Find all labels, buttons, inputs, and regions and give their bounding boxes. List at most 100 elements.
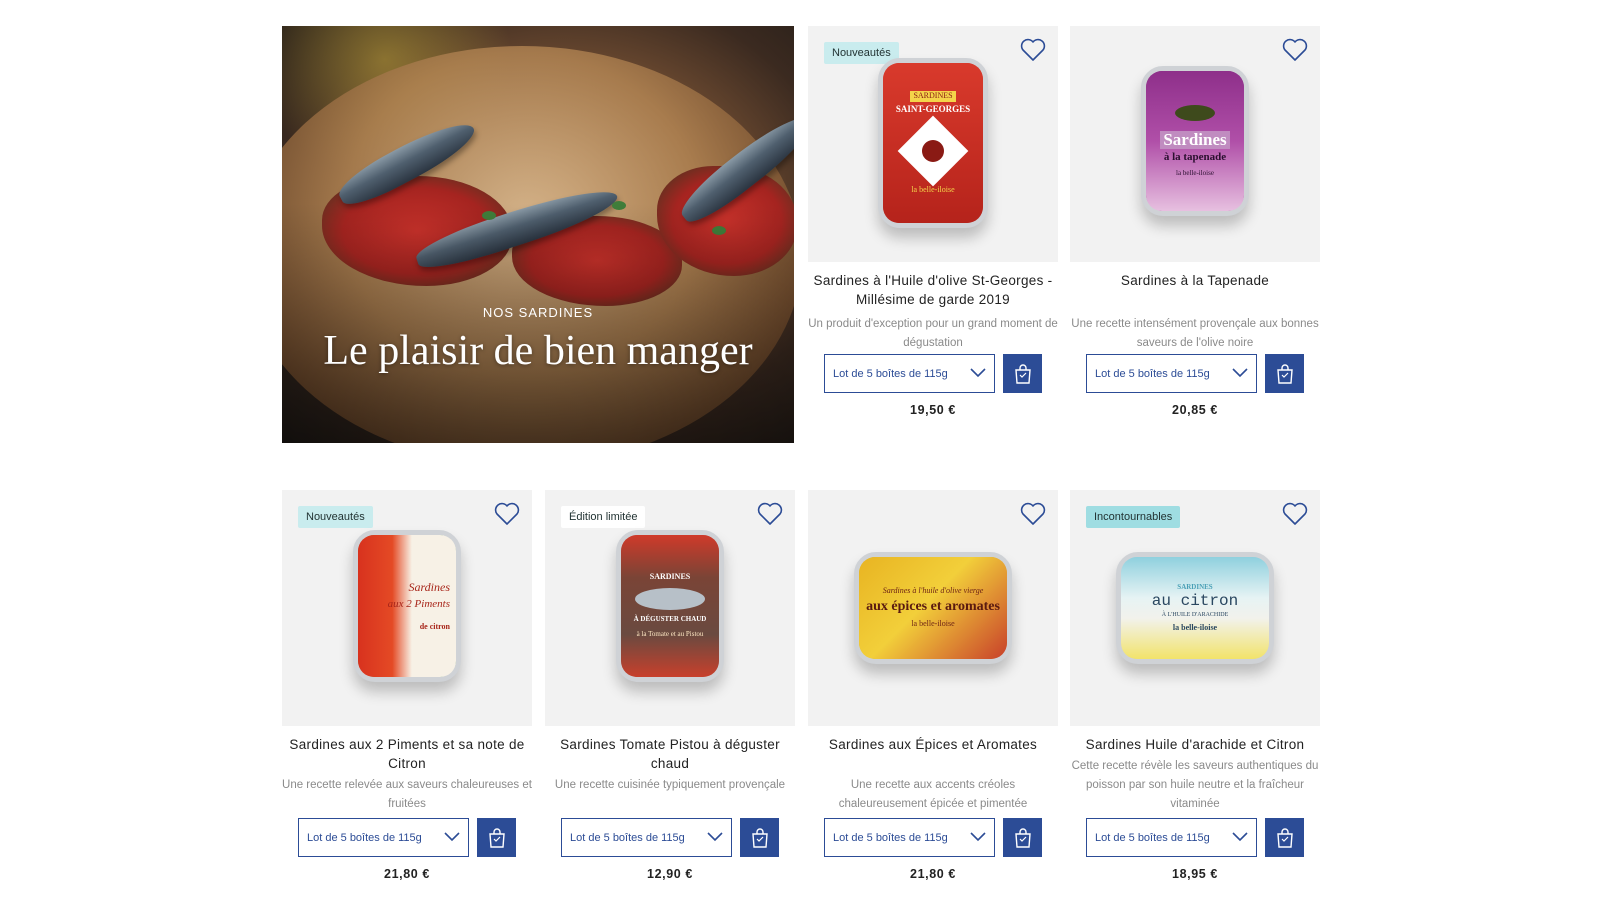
product-can: Sardines à l'huile d'olive vierge aux ép…	[854, 552, 1012, 664]
lot-select[interactable]: Lot de 5 boîtes de 115g	[561, 818, 732, 857]
badge-essential: Incontournables	[1086, 506, 1181, 528]
chevron-down-icon	[970, 368, 986, 378]
product-price: 21,80 €	[384, 867, 430, 881]
can-text: Sardines	[1160, 131, 1230, 149]
can-text: la belle-iloise	[1176, 168, 1214, 177]
product-card[interactable]: Sardines à l'huile d'olive vierge aux ép…	[808, 490, 1058, 881]
add-to-cart-button[interactable]	[1003, 354, 1042, 393]
hero-shade	[282, 203, 794, 443]
lot-select[interactable]: Lot de 5 boîtes de 115g	[824, 818, 995, 857]
product-title[interactable]: Sardines Tomate Pistou à déguster chaud	[545, 735, 795, 773]
chevron-down-icon	[970, 832, 986, 842]
chevron-down-icon	[707, 832, 723, 842]
heart-icon[interactable]	[1282, 502, 1308, 526]
lot-select[interactable]: Lot de 5 boîtes de 115g	[824, 354, 995, 393]
can-text: SARDINES	[1177, 582, 1213, 591]
product-card[interactable]: Nouveautés SARDINES SAINT-GEORGES la bel…	[808, 26, 1058, 417]
lot-select[interactable]: Lot de 5 boîtes de 115g	[1086, 354, 1257, 393]
shopping-bag-icon	[1014, 363, 1031, 384]
lot-select-value: Lot de 5 boîtes de 115g	[570, 831, 685, 844]
product-image-area[interactable]: Sardines à l'huile d'olive vierge aux ép…	[808, 490, 1058, 726]
can-text: SARDINES	[649, 572, 691, 582]
can-text: Sardines à l'huile d'olive vierge	[882, 586, 984, 596]
product-price: 19,50 €	[910, 403, 956, 417]
purchase-row: Lot de 5 boîtes de 115g	[561, 818, 779, 857]
lot-select-value: Lot de 5 boîtes de 115g	[1095, 367, 1210, 380]
chevron-down-icon	[444, 832, 460, 842]
product-card[interactable]: Nouveautés Sardines aux 2 Piments de cit…	[282, 490, 532, 881]
can-text: aux 2 Piments	[387, 598, 450, 611]
product-can: Sardines à la tapenade la belle-iloise	[1141, 66, 1249, 216]
lot-select-value: Lot de 5 boîtes de 115g	[833, 367, 948, 380]
product-description: Cette recette révèle les saveurs authent…	[1071, 760, 1319, 810]
can-text: SAINT-GEORGES	[895, 103, 971, 114]
can-emblem	[897, 115, 969, 187]
product-card[interactable]: Sardines à la tapenade la belle-iloise S…	[1070, 26, 1320, 417]
product-image-area[interactable]: Nouveautés Sardines aux 2 Piments de cit…	[282, 490, 532, 726]
product-price: 21,80 €	[910, 867, 956, 881]
lot-select[interactable]: Lot de 5 boîtes de 115g	[298, 818, 469, 857]
heart-icon[interactable]	[1020, 502, 1046, 526]
can-text: SARDINES	[910, 91, 956, 102]
add-to-cart-button[interactable]	[1265, 354, 1304, 393]
product-description: Une recette intensément provençale aux b…	[1071, 318, 1319, 349]
can-olive	[1175, 105, 1215, 122]
product-can: SARDINES au citron À L'HUILE D'ARACHIDE …	[1116, 552, 1274, 664]
product-title[interactable]: Sardines à l'Huile d'olive St-Georges - …	[808, 271, 1058, 309]
product-image-area[interactable]: Édition limitée SARDINES À DÉGUSTER CHAU…	[545, 490, 795, 726]
can-text: au citron	[1151, 591, 1239, 610]
can-fish	[635, 587, 705, 610]
product-image-area[interactable]: Sardines à la tapenade la belle-iloise	[1070, 26, 1320, 262]
product-title[interactable]: Sardines à la Tapenade	[1070, 271, 1320, 290]
product-description: Un produit d'exception pour un grand mom…	[808, 318, 1058, 349]
lot-select-value: Lot de 5 boîtes de 115g	[307, 831, 422, 844]
shopping-bag-icon	[1276, 827, 1293, 848]
product-price: 20,85 €	[1172, 403, 1218, 417]
purchase-row: Lot de 5 boîtes de 115g	[298, 818, 516, 857]
product-title[interactable]: Sardines aux 2 Piments et sa note de Cit…	[282, 735, 532, 773]
heart-icon[interactable]	[1282, 38, 1308, 62]
heart-icon[interactable]	[757, 502, 783, 526]
chevron-down-icon	[1232, 368, 1248, 378]
can-text: À DÉGUSTER CHAUD	[633, 614, 707, 623]
can-text: Sardines	[408, 579, 450, 594]
can-text: la belle-iloise	[1172, 623, 1218, 633]
add-to-cart-button[interactable]	[1265, 818, 1304, 857]
product-image-area[interactable]: Nouveautés SARDINES SAINT-GEORGES la bel…	[808, 26, 1058, 262]
lot-select-value: Lot de 5 boîtes de 115g	[833, 831, 948, 844]
hero-banner[interactable]: NOS SARDINES Le plaisir de bien manger	[282, 26, 794, 443]
lot-select-value: Lot de 5 boîtes de 115g	[1095, 831, 1210, 844]
add-to-cart-button[interactable]	[740, 818, 779, 857]
hero-kicker: NOS SARDINES	[482, 305, 594, 320]
product-card[interactable]: Édition limitée SARDINES À DÉGUSTER CHAU…	[545, 490, 795, 881]
product-title[interactable]: Sardines Huile d'arachide et Citron	[1070, 735, 1320, 754]
product-price: 12,90 €	[647, 867, 693, 881]
add-to-cart-button[interactable]	[1003, 818, 1042, 857]
chevron-down-icon	[1232, 832, 1248, 842]
product-card[interactable]: Incontournables SARDINES au citron À L'H…	[1070, 490, 1320, 881]
product-can: SARDINES SAINT-GEORGES la belle-iloise	[878, 58, 988, 228]
product-image-area[interactable]: Incontournables SARDINES au citron À L'H…	[1070, 490, 1320, 726]
heart-icon[interactable]	[1020, 38, 1046, 62]
purchase-row: Lot de 5 boîtes de 115g	[1086, 354, 1304, 393]
add-to-cart-button[interactable]	[477, 818, 516, 857]
product-title[interactable]: Sardines aux Épices et Aromates	[808, 735, 1058, 754]
product-can: Sardines aux 2 Piments de citron	[353, 530, 461, 682]
product-description: Une recette cuisinée typiquement provenç…	[554, 779, 786, 791]
purchase-row: Lot de 5 boîtes de 115g	[824, 818, 1042, 857]
can-text: aux épices et aromates	[866, 598, 1000, 614]
badge-new: Nouveautés	[298, 506, 373, 528]
badge-limited: Édition limitée	[561, 506, 646, 528]
can-text: de citron	[419, 621, 450, 631]
shopping-bag-icon	[751, 827, 768, 848]
purchase-row: Lot de 5 boîtes de 115g	[1086, 818, 1304, 857]
product-price: 18,95 €	[1172, 867, 1218, 881]
shopping-bag-icon	[488, 827, 505, 848]
can-text: À L'HUILE D'ARACHIDE	[1161, 611, 1229, 618]
heart-icon[interactable]	[494, 502, 520, 526]
lot-select[interactable]: Lot de 5 boîtes de 115g	[1086, 818, 1257, 857]
shopping-bag-icon	[1014, 827, 1031, 848]
purchase-row: Lot de 5 boîtes de 115g	[824, 354, 1042, 393]
can-text: à la tapenade	[1163, 150, 1227, 163]
shopping-bag-icon	[1276, 363, 1293, 384]
